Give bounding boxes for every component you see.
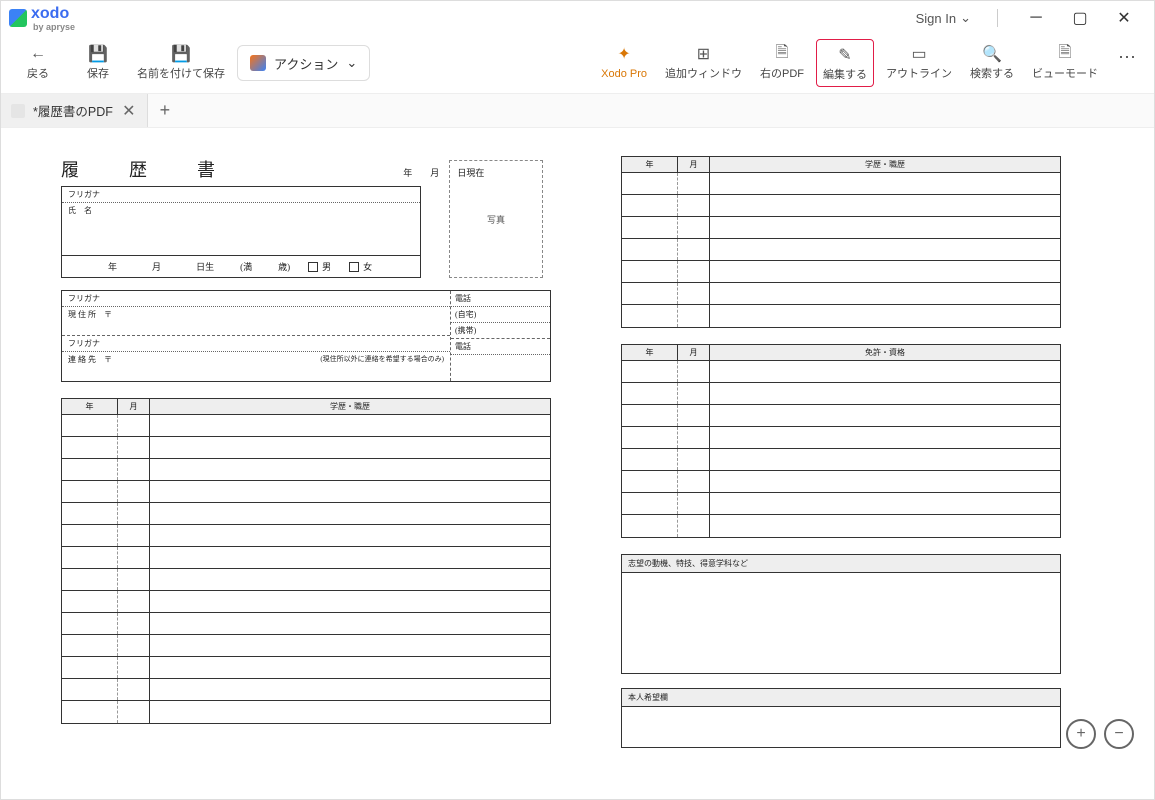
more-button[interactable]: ⋯ xyxy=(1110,39,1144,76)
sign-in-button[interactable]: Sign In ⌄ xyxy=(906,6,981,30)
xodo-pro-button[interactable]: ✦ Xodo Pro xyxy=(595,39,653,85)
address-section: フリガナ 現 住 所 〒 フリガナ 連 絡 先 〒(現住所以外に連絡を希望する場… xyxy=(61,290,551,382)
pdf-viewer[interactable]: 履 歴 書 年 月 日現在 写真 フリガナ 氏 名 年 月 日生 (満 歳) 男… xyxy=(1,136,1154,799)
document-icon: 🗎 xyxy=(771,43,793,65)
search-button[interactable]: 🔍 検索する xyxy=(964,39,1020,85)
file-icon xyxy=(11,104,25,118)
document-tab[interactable]: *履歴書のPDF ✕ xyxy=(1,94,148,127)
tab-close-button[interactable]: ✕ xyxy=(121,103,137,119)
action-dropdown[interactable]: アクション ⌄ xyxy=(237,45,370,81)
app-byline: by apryse xyxy=(33,23,75,31)
close-button[interactable]: ✕ xyxy=(1102,3,1146,33)
photo-placeholder: 写真 xyxy=(449,160,543,278)
pdf-page-2: 年 月 学歴・職歴 年 月 免許・資格 xyxy=(621,156,1111,779)
app-name: xodo xyxy=(31,5,69,22)
view-mode-button[interactable]: 🗎 ビューモード xyxy=(1026,39,1104,85)
resume-title: 履 歴 書 xyxy=(61,156,231,182)
license-table: 年 月 免許・資格 xyxy=(621,344,1061,538)
zoom-in-button[interactable]: + xyxy=(1066,719,1096,749)
save-as-icon: 💾 xyxy=(170,43,192,65)
save-icon: 💾 xyxy=(87,43,109,65)
chevron-down-icon: ⌄ xyxy=(960,10,971,26)
window-plus-icon: ⊞ xyxy=(693,43,715,65)
arrow-left-icon: ← xyxy=(27,43,49,65)
history-table-2: 年 月 学歴・職歴 xyxy=(621,156,1061,328)
edit-icon: ✎ xyxy=(834,44,856,66)
name-section: フリガナ 氏 名 年 月 日生 (満 歳) 男 女 xyxy=(61,186,421,278)
motivation-section: 志望の動機、特技、得意学科など xyxy=(621,554,1061,674)
edit-button[interactable]: ✎ 編集する xyxy=(816,39,874,87)
pdf-page-1: 履 歴 書 年 月 日現在 写真 フリガナ 氏 名 年 月 日生 (満 歳) 男… xyxy=(61,156,551,779)
history-table-1: 年 月 学歴・職歴 xyxy=(61,398,551,724)
divider xyxy=(997,9,998,27)
add-window-button[interactable]: ⊞ 追加ウィンドウ xyxy=(659,39,748,85)
chevron-down-icon: ⌄ xyxy=(346,55,357,71)
add-tab-button[interactable]: + xyxy=(148,100,182,121)
right-pdf-button[interactable]: 🗎 右のPDF xyxy=(754,39,810,85)
back-button[interactable]: ← 戻る xyxy=(11,39,65,85)
maximize-button[interactable]: ▢ xyxy=(1058,3,1102,33)
app-logo: xodo by apryse xyxy=(9,5,75,31)
female-checkbox[interactable] xyxy=(349,262,359,272)
outline-button[interactable]: ▭ アウトライン xyxy=(880,39,958,85)
male-checkbox[interactable] xyxy=(308,262,318,272)
save-button[interactable]: 💾 保存 xyxy=(71,39,125,85)
outline-icon: ▭ xyxy=(908,43,930,65)
save-as-button[interactable]: 💾 名前を付けて保存 xyxy=(131,39,231,85)
action-icon xyxy=(250,55,266,71)
minimize-button[interactable]: ─ xyxy=(1014,3,1058,33)
xodo-icon xyxy=(9,9,27,27)
zoom-out-button[interactable]: − xyxy=(1104,719,1134,749)
star-icon: ✦ xyxy=(613,43,635,65)
view-icon: 🗎 xyxy=(1054,43,1076,65)
wishes-section: 本人希望欄 xyxy=(621,688,1061,748)
search-icon: 🔍 xyxy=(981,43,1003,65)
